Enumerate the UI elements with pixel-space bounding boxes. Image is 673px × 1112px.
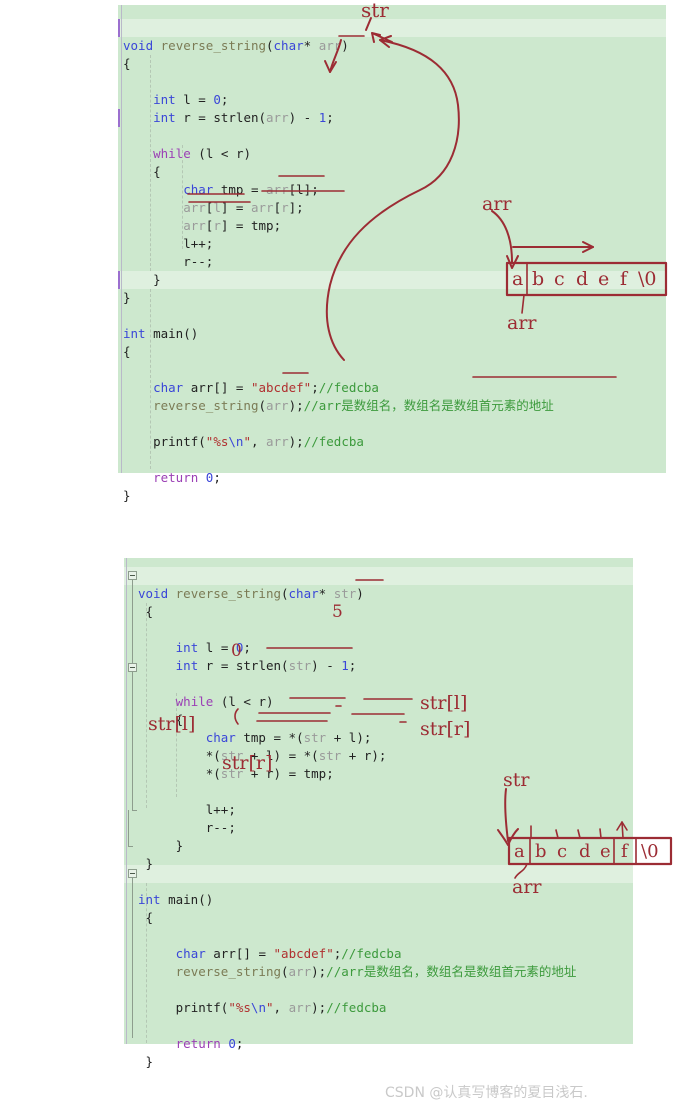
gutter-separator-2 bbox=[126, 558, 127, 1044]
array-cell-e: e bbox=[598, 268, 610, 290]
code-line: { bbox=[123, 56, 131, 71]
code-line: return 0; bbox=[175, 1036, 244, 1051]
fold-toggle-main[interactable] bbox=[128, 869, 137, 878]
hw-arr-box-label-2: arr bbox=[512, 876, 542, 898]
array2-cell-c: c bbox=[557, 841, 568, 862]
code-line: while (l < r) bbox=[175, 694, 274, 709]
code-line: while (l < r) bbox=[153, 146, 251, 161]
code-line: arr[l] = arr[r]; bbox=[183, 200, 304, 215]
code-line: printf("%s\n", arr);//fedcba bbox=[153, 434, 364, 449]
change-bar-2 bbox=[118, 109, 120, 127]
hw-str-box-label: str bbox=[503, 769, 530, 791]
hw-str-l-left: str[l] bbox=[148, 713, 196, 735]
fold-toggle-function[interactable] bbox=[128, 571, 137, 580]
array2-cell-nul: \0 bbox=[641, 841, 659, 862]
fold-foot-function bbox=[128, 846, 133, 847]
code-line: reverse_string(arr);//arr是数组名，数组名是数组首元素的… bbox=[175, 964, 577, 979]
code-line: { bbox=[145, 910, 154, 925]
hw-zero: 0 bbox=[231, 641, 242, 661]
hw-arr-above-box: arr bbox=[482, 193, 512, 215]
code-line: { bbox=[153, 164, 161, 179]
code-line: } bbox=[123, 488, 131, 503]
hw-str-r-below: str[r] bbox=[222, 752, 273, 774]
code-line: int main() bbox=[123, 326, 199, 341]
gutter-separator bbox=[121, 5, 122, 473]
code-line: { bbox=[145, 604, 154, 619]
code-line: { bbox=[123, 344, 131, 359]
code-line: printf("%s\n", arr);//fedcba bbox=[175, 1000, 387, 1015]
code-line: char tmp = arr[l]; bbox=[183, 182, 319, 197]
code-line: void reverse_string(char* arr) bbox=[123, 38, 349, 53]
code-line: } bbox=[145, 1054, 154, 1069]
fold-line-while bbox=[132, 672, 133, 810]
code-line: } bbox=[153, 272, 161, 287]
array-cell-f: f bbox=[620, 268, 628, 290]
code-line: char arr[] = "abcdef";//fedcba bbox=[175, 946, 402, 961]
fold-toggle-while[interactable] bbox=[128, 663, 137, 672]
array2-cell-a: a bbox=[514, 841, 525, 862]
csdn-watermark: CSDN @认真写博客的夏目浅石. bbox=[385, 1085, 588, 1101]
code-line: } bbox=[175, 838, 184, 853]
array-cell-d: d bbox=[576, 268, 589, 290]
change-bar-1 bbox=[118, 19, 120, 37]
code-line: arr[r] = tmp; bbox=[183, 218, 282, 233]
hw-str-top: str bbox=[361, 0, 389, 22]
hw-str-l-right: str[l] bbox=[420, 692, 468, 714]
hw-arr-below-box: arr bbox=[507, 312, 537, 334]
hw-five: 5 bbox=[332, 602, 343, 622]
fold-foot-while bbox=[132, 810, 137, 811]
code-line: r--; bbox=[183, 254, 214, 269]
code-line: int r = strlen(str) - 1; bbox=[175, 658, 357, 673]
array-cell-nul: \0 bbox=[638, 268, 657, 290]
fold-line-function bbox=[132, 580, 133, 663]
code-line: int main() bbox=[138, 892, 214, 907]
code-line: r--; bbox=[205, 820, 236, 835]
code-line: reverse_string(arr);//arr是数组名，数组名是数组首元素的… bbox=[153, 398, 554, 413]
code-line: l++; bbox=[205, 802, 236, 817]
array-cell-b: b bbox=[532, 268, 545, 290]
array-cell-c: c bbox=[554, 268, 565, 290]
code-line: void reverse_string(char* str) bbox=[138, 586, 364, 601]
code-line: int l = 0; bbox=[153, 92, 229, 107]
code-line: } bbox=[145, 856, 154, 871]
array2-cell-f: f bbox=[621, 841, 628, 862]
array2-cell-d: d bbox=[579, 841, 591, 862]
hw-str-r-right: str[r] bbox=[420, 718, 471, 740]
array-cell-a: a bbox=[512, 268, 524, 290]
code-line: } bbox=[123, 290, 131, 305]
fold-line-func-end bbox=[128, 810, 129, 846]
array2-cell-e: e bbox=[600, 841, 611, 862]
code-line: l++; bbox=[183, 236, 214, 251]
code-block-pointer-version: void reverse_string(char* str) { int l =… bbox=[124, 558, 633, 1069]
change-bar-3 bbox=[118, 271, 120, 289]
code-line: char arr[] = "abcdef";//fedcba bbox=[153, 380, 379, 395]
fold-line-main bbox=[132, 878, 133, 1038]
array2-cell-b: b bbox=[535, 841, 547, 862]
code-block-array-version: void reverse_string(char* arr) { int l =… bbox=[118, 5, 666, 503]
code-line: int r = strlen(arr) - 1; bbox=[153, 110, 334, 125]
code-line: return 0; bbox=[153, 470, 221, 485]
